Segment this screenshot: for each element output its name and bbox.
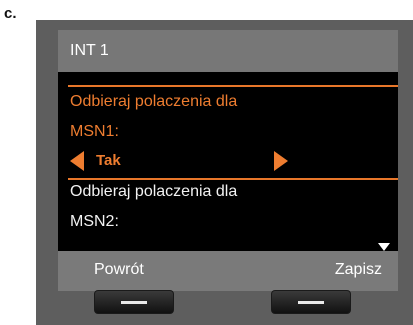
figure-label: c.: [4, 5, 17, 22]
right-softkey-dash-icon: [298, 301, 324, 304]
screen-title: INT 1: [70, 42, 109, 59]
option-prev-arrow-icon[interactable]: [70, 151, 84, 171]
msn1-label-line2: MSN1:: [70, 123, 119, 140]
softkey-save-label[interactable]: Zapisz: [335, 251, 382, 289]
phone-screen: INT 1 Odbieraj polaczenia dla MSN1: Tak …: [58, 30, 398, 251]
phone-device: INT 1 Odbieraj polaczenia dla MSN1: Tak …: [36, 20, 413, 325]
softkey-back-label[interactable]: Powrót: [94, 251, 144, 289]
left-softkey-dash-icon: [121, 301, 147, 304]
softkey-bar: Powrót Zapisz: [58, 251, 398, 291]
screen-header: INT 1: [58, 30, 398, 72]
selection-bottom-border: [68, 178, 398, 180]
option-value[interactable]: Tak: [96, 152, 121, 169]
left-softkey-button[interactable]: [94, 290, 174, 314]
selection-top-border: [68, 85, 398, 87]
msn1-label-line1: Odbieraj polaczenia dla: [70, 93, 238, 110]
option-next-arrow-icon[interactable]: [274, 151, 288, 171]
right-softkey-button[interactable]: [271, 290, 351, 314]
scroll-down-icon: [378, 243, 390, 251]
msn2-label-line2[interactable]: MSN2:: [70, 213, 119, 231]
msn2-label-line1[interactable]: Odbieraj polaczenia dla: [70, 183, 237, 201]
